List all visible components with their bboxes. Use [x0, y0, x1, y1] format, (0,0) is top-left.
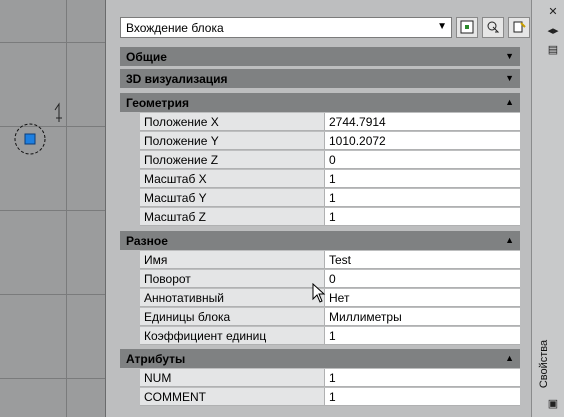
- section-title: Геометрия: [126, 96, 190, 110]
- palette-settings-icon[interactable]: ▣: [546, 398, 560, 410]
- properties-palette: Вхождение блока ▼ Общие ▼ 3D визуализаци…: [105, 0, 531, 417]
- property-label: Положение X: [140, 113, 325, 131]
- chevron-down-icon: ▼: [505, 73, 514, 83]
- block-insert-grip[interactable]: [0, 0, 105, 417]
- section-attributes[interactable]: Атрибуты ▲: [120, 349, 520, 368]
- property-value[interactable]: 1: [325, 208, 520, 226]
- property-value[interactable]: 1: [325, 369, 520, 387]
- property-label: Положение Z: [140, 151, 325, 169]
- property-label: Единицы блока: [140, 308, 325, 326]
- property-label: Масштаб Y: [140, 189, 325, 207]
- object-type-value: Вхождение блока: [126, 21, 224, 35]
- property-row[interactable]: Масштаб X 1: [120, 170, 520, 189]
- toggle-pickadd-icon: [513, 21, 526, 33]
- section-title: Разное: [126, 234, 168, 248]
- property-label: Имя: [140, 251, 325, 269]
- section-misc[interactable]: Разное ▲: [120, 231, 520, 250]
- section-title: 3D визуализация: [126, 72, 228, 86]
- section-title: Общие: [126, 50, 167, 64]
- properties-menu-icon[interactable]: ▤: [546, 44, 560, 56]
- toggle-pickadd-button[interactable]: [508, 17, 530, 38]
- property-label: Масштаб X: [140, 170, 325, 188]
- autohide-icon[interactable]: ◂▸: [546, 25, 560, 37]
- property-value[interactable]: 1010.2072: [325, 132, 520, 150]
- property-value[interactable]: 1: [325, 189, 520, 207]
- mouse-cursor-icon: [312, 283, 326, 303]
- chevron-down-icon: ▼: [437, 21, 447, 32]
- property-row[interactable]: COMMENT 1: [120, 388, 520, 407]
- section-title: Атрибуты: [126, 352, 186, 366]
- property-label: Коэффициент единиц: [140, 327, 325, 345]
- property-label: Аннотативный: [140, 289, 325, 307]
- chevron-down-icon: ▼: [505, 51, 514, 61]
- section-geometry[interactable]: Геометрия ▲: [120, 93, 520, 112]
- property-value[interactable]: 1: [325, 388, 520, 406]
- property-value[interactable]: Test: [325, 251, 520, 269]
- property-value[interactable]: 2744.7914: [325, 113, 520, 131]
- property-label: NUM: [140, 369, 325, 387]
- select-objects-icon: [487, 21, 500, 33]
- drawing-canvas[interactable]: [0, 0, 105, 417]
- property-row[interactable]: Масштаб Z 1: [120, 208, 520, 227]
- property-row[interactable]: Единицы блока Миллиметры: [120, 308, 520, 327]
- chevron-up-icon: ▲: [505, 353, 514, 363]
- property-row[interactable]: Масштаб Y 1: [120, 189, 520, 208]
- property-value[interactable]: Нет: [325, 289, 520, 307]
- property-label: Поворот: [140, 270, 325, 288]
- property-label: Масштаб Z: [140, 208, 325, 226]
- property-row[interactable]: NUM 1: [120, 369, 520, 388]
- property-label: Положение Y: [140, 132, 325, 150]
- property-label: COMMENT: [140, 388, 325, 406]
- property-value[interactable]: 1: [325, 327, 520, 345]
- section-3d-visualization[interactable]: 3D визуализация ▼: [120, 69, 520, 88]
- property-value[interactable]: 0: [325, 151, 520, 169]
- section-general[interactable]: Общие ▼: [120, 47, 520, 66]
- object-type-select[interactable]: Вхождение блока ▼: [120, 17, 452, 38]
- select-objects-button[interactable]: [482, 17, 504, 38]
- chevron-up-icon: ▲: [505, 97, 514, 107]
- property-row[interactable]: Коэффициент единиц 1: [120, 327, 520, 346]
- property-value[interactable]: 1: [325, 170, 520, 188]
- property-value[interactable]: 0: [325, 270, 520, 288]
- property-row[interactable]: Положение Y 1010.2072: [120, 132, 520, 151]
- property-value[interactable]: Миллиметры: [325, 308, 520, 326]
- palette-title: Свойства: [538, 339, 551, 389]
- property-row[interactable]: Положение Z 0: [120, 151, 520, 170]
- quick-select-icon: [460, 20, 474, 34]
- close-icon[interactable]: ✕: [546, 6, 560, 18]
- property-row[interactable]: Имя Test: [120, 251, 520, 270]
- palette-titlebar[interactable]: ✕ ◂▸ ▤ Свойства ▣: [531, 0, 564, 417]
- property-row[interactable]: Положение X 2744.7914: [120, 113, 520, 132]
- quick-select-button[interactable]: [456, 17, 478, 38]
- chevron-up-icon: ▲: [505, 235, 514, 245]
